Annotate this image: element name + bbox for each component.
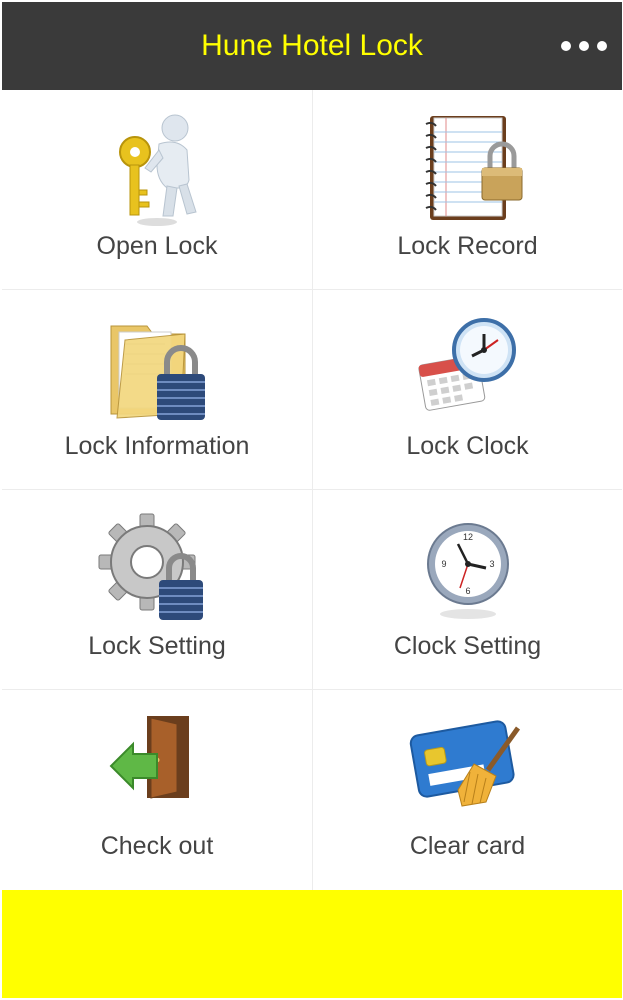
menu-item-lock-record[interactable]: Lock Record [313, 90, 622, 290]
menu-item-open-lock[interactable]: Open Lock [2, 90, 313, 290]
menu-item-clear-card[interactable]: Clear card [313, 690, 622, 890]
menu-item-lock-clock[interactable]: Lock Clock [313, 290, 622, 490]
folder-padlock-icon [97, 310, 217, 428]
svg-text:6: 6 [465, 586, 470, 596]
menu-item-label: Lock Record [397, 232, 538, 260]
clock-icon: 12 3 6 9 [408, 510, 528, 628]
card-broom-icon [408, 710, 528, 828]
app-header: Hune Hotel Lock [2, 2, 622, 90]
footer-bar [2, 890, 622, 998]
menu-item-lock-information[interactable]: Lock Information [2, 290, 313, 490]
menu-item-label: Clock Setting [393, 632, 542, 660]
menu-item-label: Lock Clock [406, 432, 529, 460]
menu-item-label: Lock Setting [88, 632, 226, 660]
svg-text:12: 12 [462, 532, 472, 542]
calendar-clock-icon [408, 310, 528, 428]
app-title: Hune Hotel Lock [201, 29, 423, 62]
app-frame: Hune Hotel Lock Open Lock Lock Record Lo… [2, 2, 622, 998]
svg-text:9: 9 [441, 559, 446, 569]
svg-text:3: 3 [489, 559, 494, 569]
menu-item-check-out[interactable]: Check out [2, 690, 313, 890]
menu-item-label: Check out [100, 832, 214, 860]
menu-item-label: Open Lock [96, 232, 218, 260]
menu-item-clock-setting[interactable]: 12 3 6 9 Clock Setting [313, 490, 622, 690]
menu-grid: Open Lock Lock Record Lock Information L… [2, 90, 622, 890]
menu-item-lock-setting[interactable]: Lock Setting [2, 490, 313, 690]
more-options-button[interactable] [554, 24, 614, 68]
gear-padlock-icon [97, 510, 217, 628]
more-dots-icon [597, 41, 607, 51]
menu-item-label: Lock Information [64, 432, 250, 460]
key-person-icon [97, 110, 217, 228]
more-dots-icon [579, 41, 589, 51]
more-dots-icon [561, 41, 571, 51]
menu-item-label: Clear card [409, 832, 526, 860]
notebook-padlock-icon [408, 110, 528, 228]
door-exit-icon [97, 710, 217, 828]
